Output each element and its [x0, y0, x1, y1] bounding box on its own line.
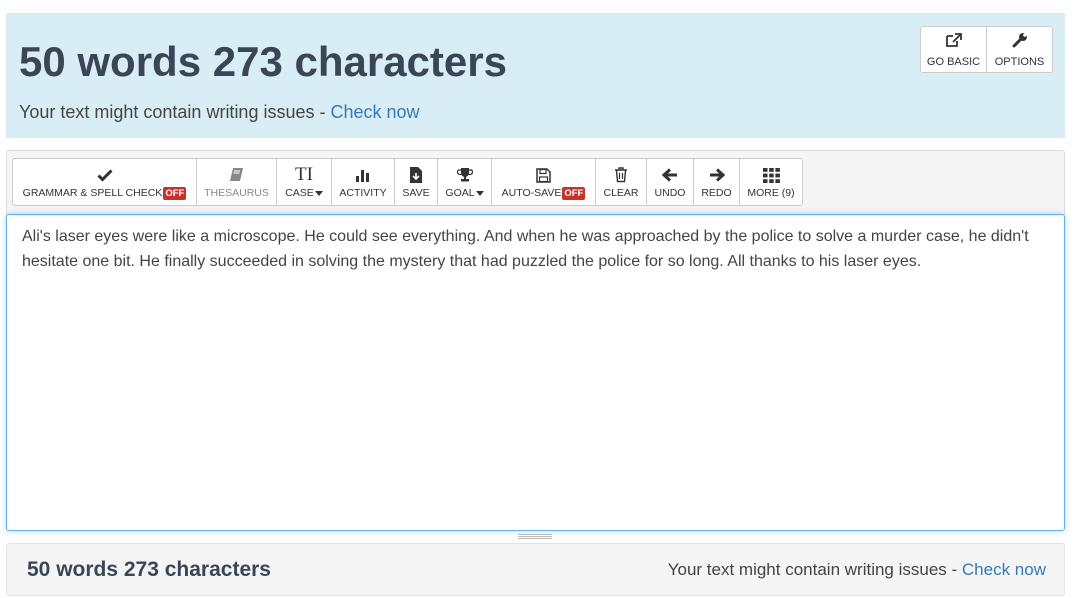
- redo-button[interactable]: REDO: [693, 158, 740, 206]
- goal-caret-icon: [475, 190, 484, 196]
- header-button-group: GO BASIC OPTIONS: [920, 26, 1053, 73]
- grammar-off-badge: OFF: [163, 187, 187, 200]
- grammar-label-row: GRAMMAR & SPELL CHECK OFF: [22, 187, 187, 200]
- save-label: SAVE: [402, 187, 430, 199]
- save-button[interactable]: SAVE: [394, 158, 438, 206]
- editor-text[interactable]: Ali's laser eyes were like a microscope.…: [22, 224, 1050, 274]
- goal-label-row: GOAL: [445, 187, 484, 199]
- external-link-icon: [945, 32, 963, 56]
- activity-button[interactable]: ACTIVITY: [331, 158, 395, 206]
- goal-label: GOAL: [445, 187, 475, 199]
- arrow-right-icon: [709, 165, 725, 185]
- case-caret-icon: [314, 190, 323, 196]
- toolbar-panel: GRAMMAR & SPELL CHECK OFF THESAURUS TI CA…: [6, 150, 1065, 215]
- go-basic-label: GO BASIC: [926, 55, 981, 68]
- options-label: OPTIONS: [994, 55, 1045, 68]
- footer-issues-text: Your text might contain writing issues -: [667, 560, 962, 579]
- text-case-icon: TI: [295, 164, 313, 185]
- footer-panel: 50 words 273 characters Your text might …: [6, 543, 1065, 596]
- goal-button[interactable]: GOAL: [437, 158, 492, 206]
- clear-label: CLEAR: [603, 187, 639, 199]
- toolbar: GRAMMAR & SPELL CHECK OFF THESAURUS TI CA…: [12, 158, 803, 206]
- trash-icon: [614, 165, 628, 185]
- undo-button[interactable]: UNDO: [646, 158, 694, 206]
- case-label-row: CASE: [285, 187, 323, 199]
- redo-label: REDO: [701, 187, 732, 199]
- go-basic-button[interactable]: GO BASIC: [920, 26, 987, 73]
- book-icon: [229, 165, 245, 185]
- auto-save-button[interactable]: AUTO-SAVE OFF: [491, 158, 596, 206]
- header-issues-notice: Your text might contain writing issues -…: [19, 102, 420, 123]
- autosave-off-badge: OFF: [562, 187, 586, 200]
- case-label: CASE: [285, 187, 314, 199]
- grid-icon: [762, 165, 780, 185]
- footer-check-now-link[interactable]: Check now: [962, 560, 1046, 579]
- more-button[interactable]: MORE (9): [739, 158, 803, 206]
- activity-label: ACTIVITY: [339, 187, 387, 199]
- text-editor[interactable]: Ali's laser eyes were like a microscope.…: [6, 214, 1065, 531]
- grammar-label: GRAMMAR & SPELL CHECK: [22, 187, 163, 199]
- page-title: 50 words 273 characters: [19, 38, 507, 85]
- header-check-now-link[interactable]: Check now: [330, 102, 419, 122]
- grammar-spell-check-button[interactable]: GRAMMAR & SPELL CHECK OFF: [12, 158, 197, 206]
- autosave-label-row: AUTO-SAVE OFF: [501, 187, 586, 200]
- header-issues-text: Your text might contain writing issues -: [19, 102, 331, 122]
- clear-button[interactable]: CLEAR: [595, 158, 647, 206]
- autosave-label: AUTO-SAVE: [501, 187, 562, 199]
- wrench-icon: [1011, 32, 1029, 56]
- undo-label: UNDO: [654, 187, 686, 199]
- arrow-left-icon: [662, 165, 678, 185]
- thesaurus-label: THESAURUS: [204, 187, 269, 199]
- floppy-icon: [536, 165, 551, 185]
- bar-chart-icon: [355, 165, 371, 185]
- footer-word-count: 50 words 273 characters: [27, 558, 271, 581]
- footer-issues-notice: Your text might contain writing issues -…: [668, 560, 1046, 580]
- more-label: MORE (9): [747, 187, 795, 199]
- options-button[interactable]: OPTIONS: [986, 26, 1053, 73]
- case-button[interactable]: TI CASE: [276, 158, 332, 206]
- header-panel: 50 words 273 characters Your text might …: [6, 13, 1065, 138]
- file-download-icon: [409, 165, 423, 185]
- trophy-icon: [456, 165, 473, 185]
- check-icon: [96, 165, 113, 185]
- resize-handle[interactable]: [518, 534, 552, 539]
- thesaurus-button[interactable]: THESAURUS: [196, 158, 277, 206]
